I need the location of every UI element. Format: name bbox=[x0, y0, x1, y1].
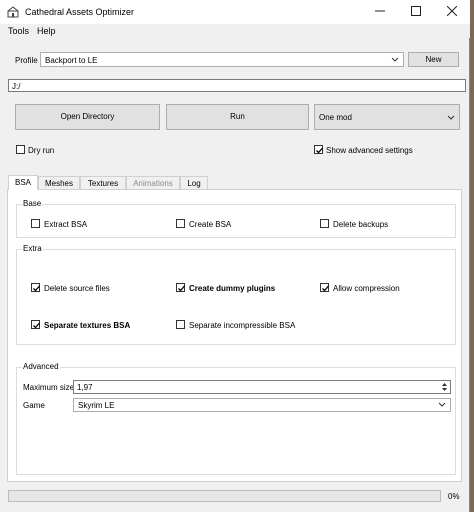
path-value: J:/ bbox=[12, 82, 21, 91]
close-button[interactable] bbox=[434, 0, 470, 24]
dry-run-checkbox[interactable] bbox=[16, 145, 25, 154]
extra-group-title: Extra bbox=[22, 244, 43, 253]
checkmark-icon bbox=[33, 322, 40, 329]
window-title: Cathedral Assets Optimizer bbox=[25, 7, 135, 17]
main-window: Cathedral Assets Optimizer Tools Help Pr… bbox=[0, 0, 470, 512]
maximize-icon bbox=[411, 6, 421, 17]
create-dummy-label: Create dummy plugins bbox=[189, 284, 276, 293]
menu-help[interactable]: Help bbox=[37, 26, 56, 36]
show-advanced-checkbox[interactable] bbox=[314, 145, 323, 154]
tab-bsa[interactable]: BSA bbox=[8, 175, 38, 190]
separate-textures-checkbox[interactable] bbox=[31, 320, 40, 329]
chevron-down-icon bbox=[391, 57, 399, 62]
menu-bar: Tools Help bbox=[0, 24, 470, 38]
extract-bsa-label: Extract BSA bbox=[44, 220, 88, 229]
game-value: Skyrim LE bbox=[78, 401, 115, 410]
advanced-group-title: Advanced bbox=[22, 362, 60, 371]
extra-group: Extra Delete source files Create dummy p… bbox=[16, 244, 456, 345]
base-group: Base Extract BSA Create BSA Delete backu… bbox=[16, 199, 456, 238]
checkmark-icon bbox=[322, 285, 329, 292]
max-size-value: 1,97 bbox=[77, 383, 93, 392]
profile-label: Profile bbox=[15, 56, 38, 65]
advanced-group: Advanced Maximum size 1,97 Game Skyrim L… bbox=[16, 362, 456, 475]
minimize-button[interactable] bbox=[362, 0, 398, 24]
run-button[interactable]: Run bbox=[166, 104, 309, 130]
profile-value: Backport to LE bbox=[45, 56, 98, 65]
minimize-icon bbox=[375, 10, 385, 12]
game-select[interactable]: Skyrim LE bbox=[73, 398, 451, 412]
delete-source-checkbox[interactable] bbox=[31, 283, 40, 292]
maximize-button[interactable] bbox=[398, 0, 434, 24]
profile-select[interactable]: Backport to LE bbox=[40, 52, 404, 67]
tab-log[interactable]: Log bbox=[180, 176, 208, 190]
create-dummy-checkbox[interactable] bbox=[176, 283, 185, 292]
delete-source-label: Delete source files bbox=[44, 284, 110, 293]
show-advanced-label: Show advanced settings bbox=[326, 146, 413, 155]
checkmark-icon bbox=[178, 285, 185, 292]
tab-textures[interactable]: Textures bbox=[80, 176, 126, 190]
checkmark-icon bbox=[316, 147, 323, 154]
tab-meshes[interactable]: Meshes bbox=[38, 176, 80, 190]
extract-bsa-checkbox[interactable] bbox=[31, 219, 40, 228]
progress-bar bbox=[8, 490, 441, 502]
allow-compression-checkbox[interactable] bbox=[320, 283, 329, 292]
app-icon bbox=[7, 6, 19, 18]
base-group-title: Base bbox=[22, 199, 43, 208]
chevron-down-icon bbox=[438, 402, 446, 407]
path-input[interactable]: J:/ bbox=[8, 79, 466, 92]
separate-incompressible-label: Separate incompressible BSA bbox=[189, 321, 296, 330]
new-profile-button[interactable]: New bbox=[408, 52, 459, 67]
spin-arrows-icon[interactable] bbox=[441, 382, 448, 392]
checkmark-icon bbox=[33, 285, 40, 292]
progress-label: 0% bbox=[448, 492, 460, 501]
chevron-down-icon bbox=[447, 115, 455, 120]
open-directory-button[interactable]: Open Directory bbox=[15, 104, 160, 130]
max-size-spinbox[interactable]: 1,97 bbox=[73, 380, 451, 394]
create-bsa-label: Create BSA bbox=[189, 220, 232, 229]
separate-incompressible-checkbox[interactable] bbox=[176, 320, 185, 329]
delete-backups-checkbox[interactable] bbox=[320, 219, 329, 228]
close-icon bbox=[446, 6, 458, 17]
delete-backups-label: Delete backups bbox=[333, 220, 389, 229]
dry-run-label: Dry run bbox=[28, 146, 55, 155]
game-label: Game bbox=[23, 401, 45, 410]
allow-compression-label: Allow compression bbox=[333, 284, 400, 293]
bsa-tab-panel: Base Extract BSA Create BSA Delete backu… bbox=[7, 189, 462, 482]
tab-animations: Animations bbox=[126, 176, 180, 190]
mode-value: One mod bbox=[319, 113, 352, 122]
title-bar[interactable]: Cathedral Assets Optimizer bbox=[0, 0, 470, 24]
mode-select[interactable]: One mod bbox=[314, 104, 460, 130]
max-size-label: Maximum size bbox=[23, 383, 75, 392]
separate-textures-label: Separate textures BSA bbox=[44, 321, 131, 330]
create-bsa-checkbox[interactable] bbox=[176, 219, 185, 228]
menu-tools[interactable]: Tools bbox=[8, 26, 29, 36]
